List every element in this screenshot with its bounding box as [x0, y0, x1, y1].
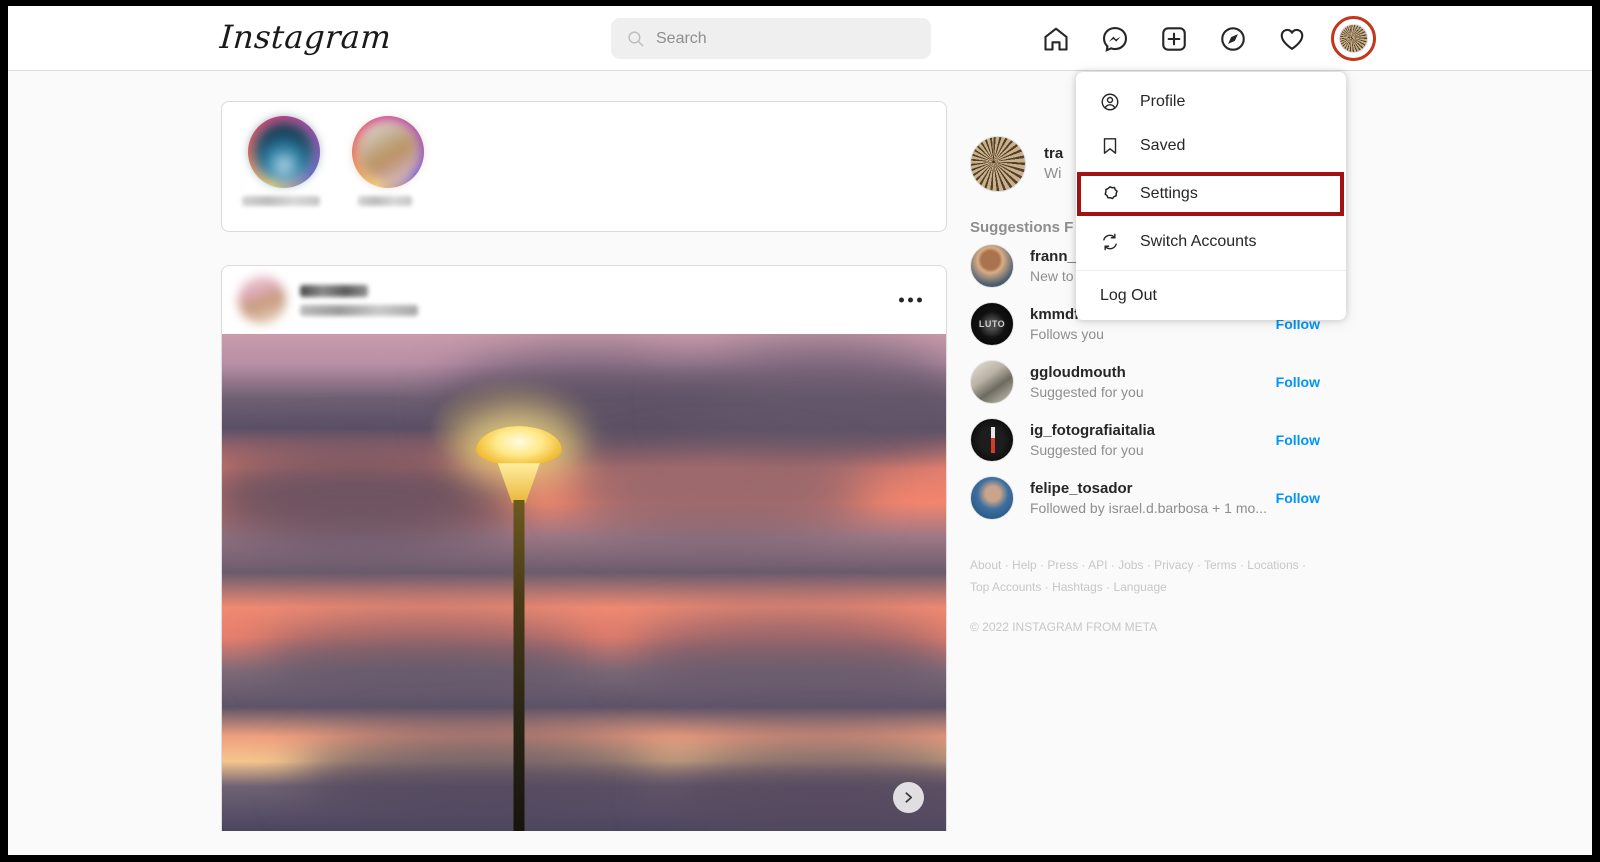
suggestion-subtitle: Suggested for you [1030, 383, 1144, 400]
footer-link-jobs[interactable]: Jobs [1118, 558, 1143, 572]
menu-item-settings[interactable]: Settings [1077, 172, 1344, 216]
create-icon[interactable] [1160, 25, 1188, 53]
dot [917, 297, 922, 303]
suggestion-username[interactable]: felipe_tosador [1030, 478, 1276, 499]
suggestion-avatar[interactable] [970, 418, 1014, 462]
switch-accounts-icon [1103, 233, 1117, 251]
footer-link-terms[interactable]: Terms [1204, 558, 1237, 572]
footer-link-press[interactable]: Press [1047, 558, 1078, 572]
post-location-redacted[interactable] [300, 304, 418, 316]
suggestion-avatar[interactable] [970, 360, 1014, 404]
suggestion-row: ggloudmouth Suggested for you Follow [970, 354, 1370, 410]
account-dropdown-menu: Profile Saved Settings Switch Accounts L… [1076, 72, 1346, 320]
menu-item-switch-accounts[interactable]: Switch Accounts [1076, 220, 1346, 264]
current-user-avatar[interactable] [970, 136, 1026, 192]
footer-links-row-2: Top Accounts · Hashtags · Language [970, 580, 1167, 595]
sidebar-footer: About · Help · Press · API · Jobs · Priv… [970, 554, 1320, 634]
follow-button[interactable]: Follow [1276, 374, 1320, 390]
feed-column [221, 101, 947, 831]
suggestion-avatar[interactable] [970, 244, 1014, 288]
footer-link-privacy[interactable]: Privacy [1154, 558, 1193, 572]
carousel-next-button[interactable] [893, 782, 924, 813]
story-item[interactable] [242, 116, 326, 231]
suggestion-subtitle: Follows you [1030, 325, 1104, 342]
post-image[interactable] [222, 334, 946, 831]
follow-button[interactable]: Follow [1276, 490, 1320, 506]
footer-link-help[interactable]: Help [1012, 558, 1037, 572]
story-thumbnail [251, 119, 317, 185]
suggestion-info: ig_fotografiaitalia Suggested for you [1030, 420, 1276, 461]
story-ring [248, 116, 320, 188]
suggestion-row: felipe_tosador Followed by israel.d.barb… [970, 470, 1370, 526]
menu-item-label: Saved [1140, 137, 1186, 154]
suggestion-row: ig_fotografiaitalia Suggested for you Fo… [970, 412, 1370, 468]
post-author-avatar[interactable] [238, 276, 286, 324]
story-username-redacted [242, 196, 320, 206]
post-more-options-icon[interactable] [899, 297, 922, 303]
stories-tray [221, 101, 947, 232]
avatar-active-ring [1331, 16, 1376, 61]
suggestion-username[interactable]: ggloudmouth [1030, 362, 1276, 383]
footer-link-locations[interactable]: Locations [1247, 558, 1298, 572]
menu-item-profile[interactable]: Profile [1076, 80, 1346, 124]
follow-button[interactable]: Follow [1276, 432, 1320, 448]
story-thumbnail [355, 119, 421, 185]
top-navigation-bar: Instagram [8, 6, 1592, 71]
story-ring [352, 116, 424, 188]
footer-link-top-accounts[interactable]: Top Accounts [970, 580, 1041, 594]
post-author-info [300, 284, 418, 316]
instagram-logo[interactable]: Instagram [219, 18, 393, 56]
suggestion-avatar[interactable] [970, 476, 1014, 520]
profile-avatar-button[interactable] [1331, 16, 1376, 61]
home-icon[interactable] [1042, 25, 1070, 53]
footer-link-language[interactable]: Language [1113, 580, 1166, 594]
bookmark-icon [1103, 138, 1117, 154]
menu-item-label: Profile [1140, 93, 1186, 110]
messenger-icon[interactable] [1101, 25, 1129, 53]
search-input[interactable] [656, 29, 896, 48]
suggestion-username[interactable]: ig_fotografiaitalia [1030, 420, 1276, 441]
suggestion-info: ggloudmouth Suggested for you [1030, 362, 1276, 403]
suggestion-subtitle: Suggested for you [1030, 441, 1144, 458]
lamp-pole [513, 500, 525, 831]
chevron-right-icon [905, 792, 913, 803]
search-icon [628, 31, 644, 47]
current-user-fullname: Wi [1044, 165, 1062, 182]
suggestion-avatar[interactable] [970, 302, 1014, 346]
footer-link-hashtags[interactable]: Hashtags [1052, 580, 1103, 594]
nav-icon-group [1042, 6, 1376, 71]
footer-links-row-1: About · Help · Press · API · Jobs · Priv… [970, 558, 1306, 572]
menu-item-logout[interactable]: Log Out [1076, 270, 1346, 320]
suggestion-info: felipe_tosador Followed by israel.d.barb… [1030, 478, 1276, 519]
dot [899, 297, 904, 303]
menu-item-label: Log Out [1100, 286, 1157, 304]
post-username-redacted[interactable] [300, 284, 368, 297]
person-circle-icon [1101, 93, 1119, 111]
story-item[interactable] [346, 116, 430, 231]
dot [908, 297, 913, 303]
menu-item-label: Settings [1140, 185, 1198, 202]
lamp-head [475, 425, 562, 466]
menu-item-label: Switch Accounts [1140, 233, 1257, 250]
story-username-redacted [358, 196, 412, 206]
copyright-text: © 2022 INSTAGRAM FROM META [970, 620, 1158, 635]
browser-viewport: Instagram Search tra Wi Suggestions F fr… [8, 6, 1592, 855]
gear-icon [1104, 186, 1118, 200]
footer-link-about[interactable]: About [970, 558, 1001, 572]
current-user-info: tra Wi [1044, 144, 1063, 185]
current-user-username[interactable]: tra [1044, 144, 1063, 164]
explore-icon[interactable] [1219, 25, 1247, 53]
menu-item-saved[interactable]: Saved [1076, 124, 1346, 168]
post-header [222, 266, 946, 334]
feed-post [221, 265, 947, 831]
heart-icon[interactable] [1278, 25, 1306, 53]
suggestion-subtitle: Followed by israel.d.barbosa + 1 mo... [1030, 499, 1267, 516]
search-box[interactable] [611, 18, 931, 59]
footer-link-api[interactable]: API [1088, 558, 1107, 572]
